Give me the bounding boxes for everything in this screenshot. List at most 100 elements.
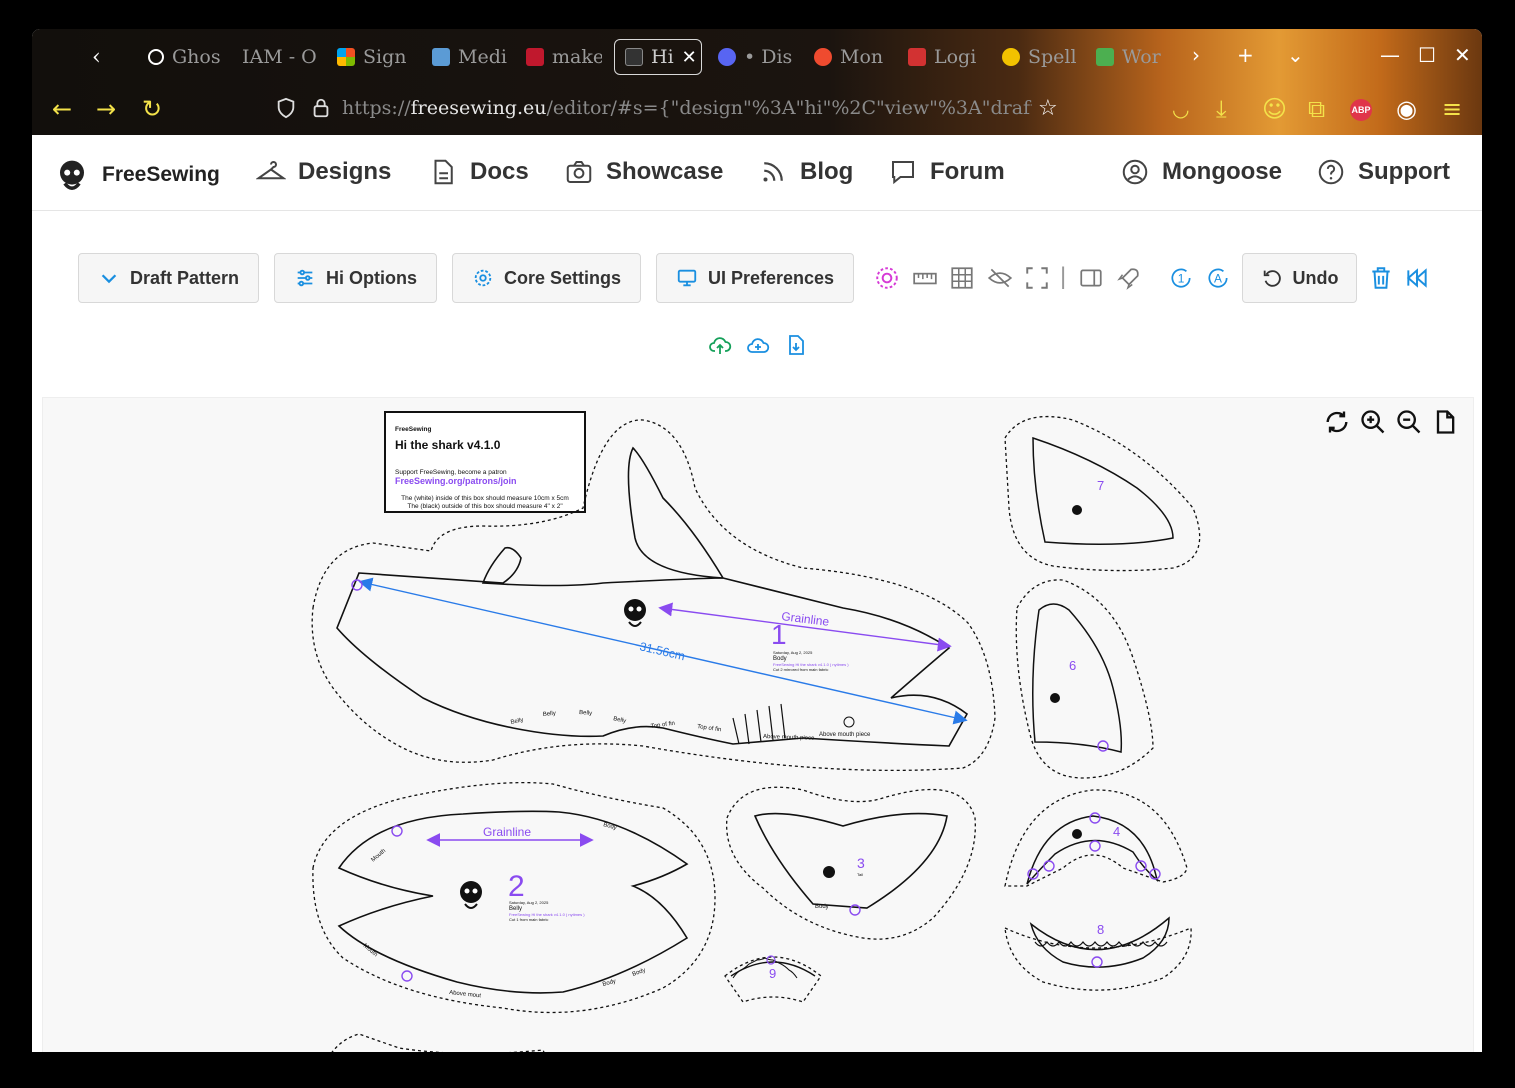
rocket-icon[interactable] (1116, 265, 1142, 291)
tab-label: Medi (458, 46, 507, 68)
piece-belly[interactable]: Grainline 2 Saturday, Aug 2, 2025 Belly … (312, 781, 716, 1014)
tab-6[interactable]: • Dis (718, 39, 794, 75)
nav-account[interactable]: Mongoose (1120, 157, 1282, 187)
file-download-icon[interactable] (784, 333, 808, 357)
skull-logo-icon (1072, 505, 1082, 515)
tab-7[interactable]: Mon (814, 39, 890, 75)
extensions-icon[interactable]: ⧉ (1308, 87, 1325, 131)
adblock-icon[interactable]: ABP (1350, 99, 1372, 121)
skull-logo-icon (1050, 693, 1060, 703)
ui-preferences-button[interactable]: UI Preferences (656, 253, 854, 303)
edge-label: Belly (613, 716, 627, 725)
piece-4[interactable]: 4 (1004, 789, 1188, 887)
brand-name: FreeSewing (102, 163, 220, 186)
zoom-in-icon[interactable] (1359, 408, 1387, 436)
freesewing-logo-icon (60, 160, 84, 190)
cloud-upload-icon[interactable] (708, 333, 732, 357)
tab-list-icon[interactable]: ⌄ (1287, 43, 1304, 67)
page-icon[interactable] (1431, 408, 1459, 436)
pattern-canvas[interactable]: FreeSewing Hi the shark v4.1.0 Support F… (42, 397, 1474, 1052)
nav-blog[interactable]: Blog (758, 157, 853, 187)
shield-icon[interactable] (275, 97, 297, 119)
piece-number: 3 (857, 855, 865, 871)
svg-text:1: 1 (1178, 271, 1185, 285)
zoom-controls (1323, 408, 1459, 436)
undo-all-icon[interactable]: A (1205, 265, 1231, 291)
pattern-drawing[interactable]: FreeSewing Hi the shark v4.1.0 Support F… (43, 398, 1475, 1052)
menu-icon[interactable]: ≡ (1442, 87, 1462, 131)
account-icon[interactable]: ☺ (1262, 87, 1287, 131)
grid-icon[interactable] (949, 265, 975, 291)
nav-designs[interactable]: Designs (256, 157, 391, 187)
extension-eye-icon[interactable]: ◉ (1396, 87, 1417, 131)
brand-link[interactable]: FreeSewing (54, 157, 220, 193)
word-icon (1096, 48, 1114, 66)
nav-showcase[interactable]: Showcase (564, 157, 723, 187)
tab-label: Ghos (172, 46, 221, 68)
reload-icon[interactable]: ↻ (142, 87, 162, 131)
notch-marker (1091, 956, 1103, 968)
maximize-icon[interactable]: ☐ (1418, 43, 1436, 67)
nav-docs[interactable]: Docs (428, 157, 529, 187)
undo-one-icon[interactable]: 1 (1168, 265, 1194, 291)
nav-forum[interactable]: Forum (888, 157, 1005, 187)
trash-icon[interactable] (1368, 265, 1394, 291)
nav-support[interactable]: Support (1316, 157, 1450, 187)
hi-options-button[interactable]: Hi Options (274, 253, 437, 303)
tab-1[interactable]: IAM - O (242, 39, 318, 75)
tab-10[interactable]: Wor (1096, 39, 1172, 75)
tab-2[interactable]: Sign (337, 39, 413, 75)
patron-link[interactable]: FreeSewing.org/patrons/join (395, 476, 517, 486)
core-settings-button[interactable]: Core Settings (452, 253, 641, 303)
piece-5[interactable]: 5 (315, 1033, 563, 1052)
tab-0[interactable]: Ghos (148, 39, 224, 75)
url-bar[interactable]: https://freesewing.eu/editor/#s={"design… (342, 97, 1032, 119)
piece-9[interactable]: 9 (724, 955, 822, 1003)
expand-icon[interactable] (1024, 265, 1050, 291)
edge-label: Belly (510, 717, 524, 726)
tab-3[interactable]: Medi (432, 39, 508, 75)
login-icon (908, 48, 926, 66)
pocket-icon[interactable]: ◡ (1172, 87, 1189, 131)
tab-label: IAM - O (242, 46, 317, 68)
new-tab-icon[interactable]: + (1237, 43, 1254, 67)
title-small: FreeSewing (395, 426, 432, 433)
tab-scroll-left-icon[interactable]: ‹ (92, 39, 101, 75)
lock-icon[interactable] (310, 97, 332, 119)
tab-label: Mon (840, 46, 884, 68)
tab-strip: ‹ Ghos IAM - O Sign Medi make Hi ✕ • Dis … (32, 29, 1482, 84)
piece-tail[interactable]: 3 Tail Body (725, 786, 976, 940)
piece-8[interactable]: 8 (1004, 916, 1192, 991)
reset-all-icon[interactable] (1404, 265, 1430, 291)
flipboard-icon (814, 48, 832, 66)
undo-button[interactable]: Undo (1242, 253, 1357, 303)
draft-pattern-button[interactable]: Draft Pattern (78, 253, 259, 303)
piece-6[interactable]: 6 (1015, 579, 1154, 779)
tab-4[interactable]: make (526, 39, 602, 75)
zoom-out-icon[interactable] (1395, 408, 1423, 436)
back-icon[interactable]: ← (52, 87, 72, 131)
piece-7[interactable]: 7 (1004, 415, 1201, 572)
close-tab-icon[interactable]: ✕ (682, 47, 697, 68)
forward-icon[interactable]: → (96, 87, 116, 131)
tab-8[interactable]: Logi (908, 39, 984, 75)
minimize-icon[interactable]: — (1380, 43, 1400, 67)
notch-marker (1089, 812, 1101, 824)
paperless-icon[interactable] (874, 265, 900, 291)
tab-9[interactable]: Spell (1002, 39, 1078, 75)
tab-label: make (552, 46, 602, 68)
monitor-icon (677, 269, 697, 287)
cloud-plus-icon[interactable] (746, 333, 770, 357)
button-label: Core Settings (503, 267, 622, 288)
button-label: Hi Options (326, 267, 417, 288)
tab-5-active[interactable]: Hi ✕ (614, 39, 702, 75)
download-icon[interactable]: ⤓ (1216, 87, 1227, 131)
reset-view-icon[interactable] (1323, 408, 1351, 436)
sidebar-icon[interactable] (1078, 265, 1104, 291)
close-window-icon[interactable]: ✕ (1454, 43, 1471, 67)
tab-scroll-right-icon[interactable]: › (1192, 43, 1200, 67)
bookmark-star-icon[interactable]: ☆ (1038, 87, 1058, 131)
eye-off-icon[interactable] (987, 265, 1013, 291)
ruler-icon[interactable] (912, 265, 938, 291)
piece-date: Saturday, Aug 2, 2025 (509, 900, 549, 905)
